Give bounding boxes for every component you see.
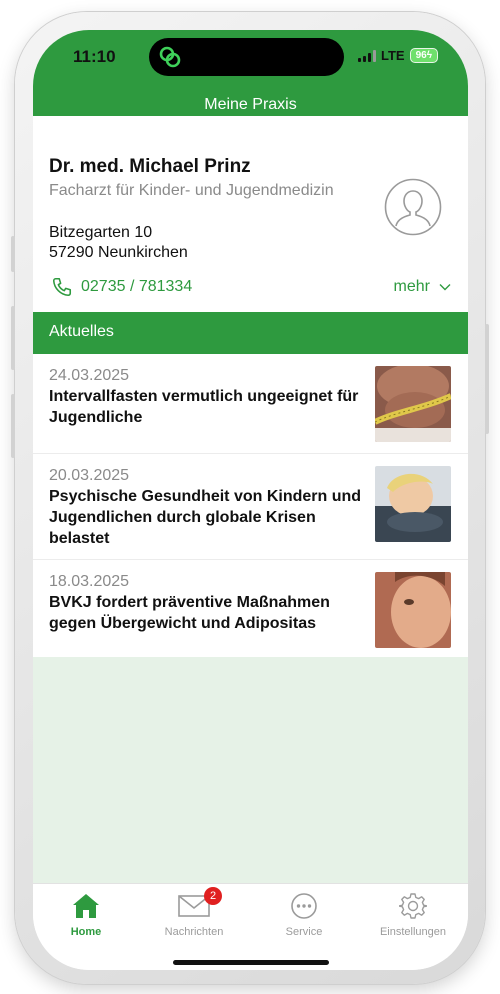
status-bar: 11:10 LTE 96ϟ Meine Praxis (33, 30, 468, 116)
news-date: 20.03.2025 (49, 467, 130, 484)
news-list: 24.03.2025 Intervallfasten vermutlich un… (33, 354, 468, 658)
tab-label: Nachrichten (164, 926, 224, 938)
side-button (11, 236, 15, 272)
network-label: LTE (380, 48, 405, 63)
tab-label: Home (70, 926, 102, 938)
page-title: Meine Praxis (204, 96, 297, 113)
signal-icon (357, 49, 376, 62)
status-indicators: LTE 96ϟ (357, 48, 438, 63)
power-button (485, 324, 489, 434)
unread-badge: 2 (204, 887, 222, 905)
news-image (375, 572, 451, 648)
news-image (375, 366, 451, 442)
tab-home[interactable]: Home (36, 891, 136, 938)
doctor-street: Bitzegarten 10 (49, 224, 153, 241)
doctor-card: Dr. med. Michael Prinz Facharzt für Kind… (33, 131, 468, 312)
doctor-name: Dr. med. Michael Prinz (49, 156, 251, 177)
child-face-image (375, 572, 451, 648)
news-item[interactable]: 24.03.2025 Intervallfasten vermutlich un… (33, 354, 468, 454)
chevron-down-icon (439, 284, 451, 291)
empty-area (33, 657, 468, 883)
news-section-header: Aktuelles (33, 312, 468, 354)
battery-icon: 96ϟ (409, 48, 438, 63)
screen: 11:10 LTE 96ϟ Meine Praxis Dr. med. Mich… (33, 30, 468, 970)
status-time: 11:10 (73, 47, 116, 66)
tab-einstellungen[interactable]: Einstellungen (363, 891, 463, 938)
more-button[interactable]: mehr (394, 278, 451, 296)
tab-nachrichten[interactable]: 2 Nachrichten (144, 887, 244, 938)
tab-label: Service (285, 926, 323, 938)
more-label: mehr (393, 278, 430, 295)
news-item[interactable]: 18.03.2025 BVKJ fordert präventive Maßna… (33, 560, 468, 658)
tab-service[interactable]: Service (254, 891, 354, 938)
volume-down-button (11, 394, 15, 458)
gear-icon (399, 893, 427, 919)
tab-bar: Home 2 Nachrichten Service Einstellungen (33, 883, 468, 970)
measuring-tape-image (375, 366, 451, 442)
avatar-icon (384, 178, 442, 236)
news-item[interactable]: 20.03.2025 Psychische Gesundheit von Kin… (33, 454, 468, 560)
more-icon (291, 893, 317, 919)
news-section-title: Aktuelles (49, 323, 114, 340)
news-date: 24.03.2025 (49, 367, 130, 384)
volume-up-button (11, 306, 15, 370)
doctor-city: 57290 Neunkirchen (49, 244, 188, 261)
news-title: Intervallfasten vermutlich ungeeignet fü… (49, 388, 359, 426)
dynamic-island (149, 38, 344, 76)
phone-number: 02735 / 781334 (81, 278, 193, 295)
news-title: BVKJ fordert präventive Maßnahmen gegen … (49, 594, 330, 632)
child-photo-image (375, 466, 451, 542)
tab-label: Einstellungen (379, 926, 447, 938)
link-icon (159, 46, 181, 68)
news-image (375, 466, 451, 542)
phone-link[interactable]: 02735 / 781334 (51, 276, 192, 298)
battery-level: 96 (415, 50, 427, 61)
doctor-specialty: Facharzt für Kinder- und Jugendmedizin (49, 182, 334, 199)
news-date: 18.03.2025 (49, 573, 130, 590)
news-title: Psychische Gesundheit von Kindern und Ju… (49, 488, 362, 547)
home-icon (73, 894, 99, 918)
home-indicator (173, 960, 329, 965)
phone-icon (52, 277, 72, 297)
